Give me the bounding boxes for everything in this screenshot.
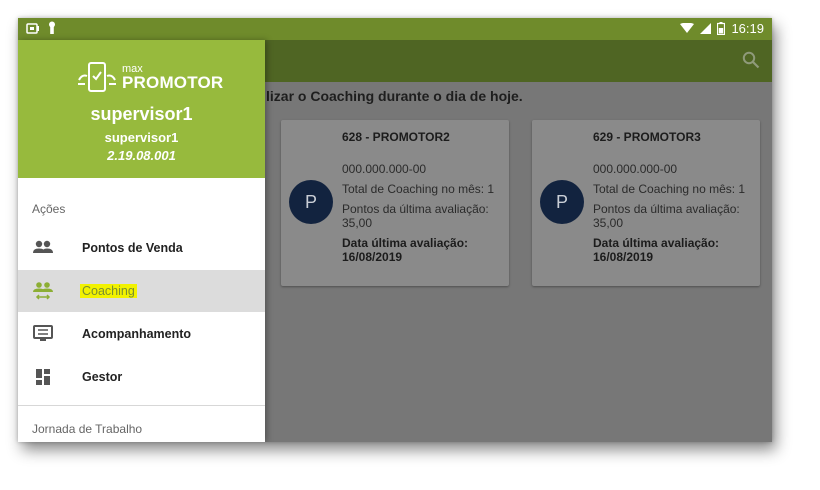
card-coaching-total: Total de Coaching no mês: 1 (593, 182, 746, 196)
card-last-date: 16/08/2019 (593, 250, 654, 264)
keyhole-icon (49, 21, 55, 34)
navigation-drawer: max PROMOTOR supervisor1 supervisor1 2.1… (18, 40, 265, 442)
user-login: supervisor1 (104, 130, 179, 145)
wifi-icon (680, 23, 695, 33)
card-id-number: 000.000.000-00 (342, 162, 427, 176)
card-last-score: Pontos da última avaliação: 35,00 (342, 202, 489, 230)
card-last-date: 16/08/2019 (342, 250, 403, 264)
card-info: 000.000.000-00 Total de Coaching no mês:… (342, 162, 502, 264)
card-title: 628 - PROMOTOR2 (342, 130, 450, 144)
card-last-date-label: Data última avaliação: (342, 236, 469, 250)
logo-big-text: PROMOTOR (122, 73, 224, 92)
card-title: 629 - PROMOTOR3 (593, 130, 701, 144)
drawer-header: max PROMOTOR supervisor1 supervisor1 2.1… (18, 40, 265, 178)
page-subtitle: lizar o Coaching durante o dia de hoje. (266, 88, 523, 104)
monitor-icon (33, 325, 53, 341)
card-last-score: Pontos da última avaliação: 35,00 (593, 202, 740, 230)
app-window: 16:19 lizar o Coaching durante o dia de … (18, 18, 772, 442)
people-icon (33, 240, 53, 253)
promoter-card[interactable]: 628 - PROMOTOR2 P 000.000.000-00 Total d… (281, 120, 509, 286)
promoter-card[interactable]: 629 - PROMOTOR3 P 000.000.000-00 Total d… (532, 120, 760, 286)
card-info: 000.000.000-00 Total de Coaching no mês:… (593, 162, 753, 264)
card-id-number: 000.000.000-00 (593, 162, 678, 176)
section-work-journey: Jornada de Trabalho (32, 422, 143, 436)
menu-item-label: Acompanhamento (82, 327, 192, 341)
search-icon[interactable] (742, 51, 760, 69)
phone-logo-icon (78, 62, 116, 92)
app-logo: max PROMOTOR (76, 62, 223, 94)
menu-item-label: Coaching (80, 284, 137, 298)
avatar: P (289, 180, 333, 224)
coaching-icon (33, 282, 53, 300)
menu-item-coaching[interactable]: Coaching (18, 270, 265, 312)
status-time: 16:19 (731, 21, 764, 36)
section-actions: Ações (32, 202, 66, 216)
battery-icon (717, 22, 726, 35)
menu-item-acompanhamento[interactable]: Acompanhamento (18, 313, 265, 355)
card-coaching-total: Total de Coaching no mês: 1 (342, 182, 495, 196)
divider (18, 405, 265, 406)
menu-item-label: Gestor (82, 370, 123, 384)
app-version: 2.19.08.001 (107, 148, 176, 163)
menu-item-gestor[interactable]: Gestor (18, 356, 265, 398)
status-bar: 16:19 (18, 18, 772, 40)
menu-item-pontos-de-venda[interactable]: Pontos de Venda (18, 227, 265, 269)
menu-item-label: Pontos de Venda (82, 241, 183, 255)
card-last-date-label: Data última avaliação: (593, 236, 720, 250)
android-debug-icon (26, 22, 39, 34)
avatar: P (540, 180, 584, 224)
user-name: supervisor1 (90, 104, 193, 124)
signal-icon (700, 23, 712, 34)
dashboard-icon (36, 369, 50, 385)
